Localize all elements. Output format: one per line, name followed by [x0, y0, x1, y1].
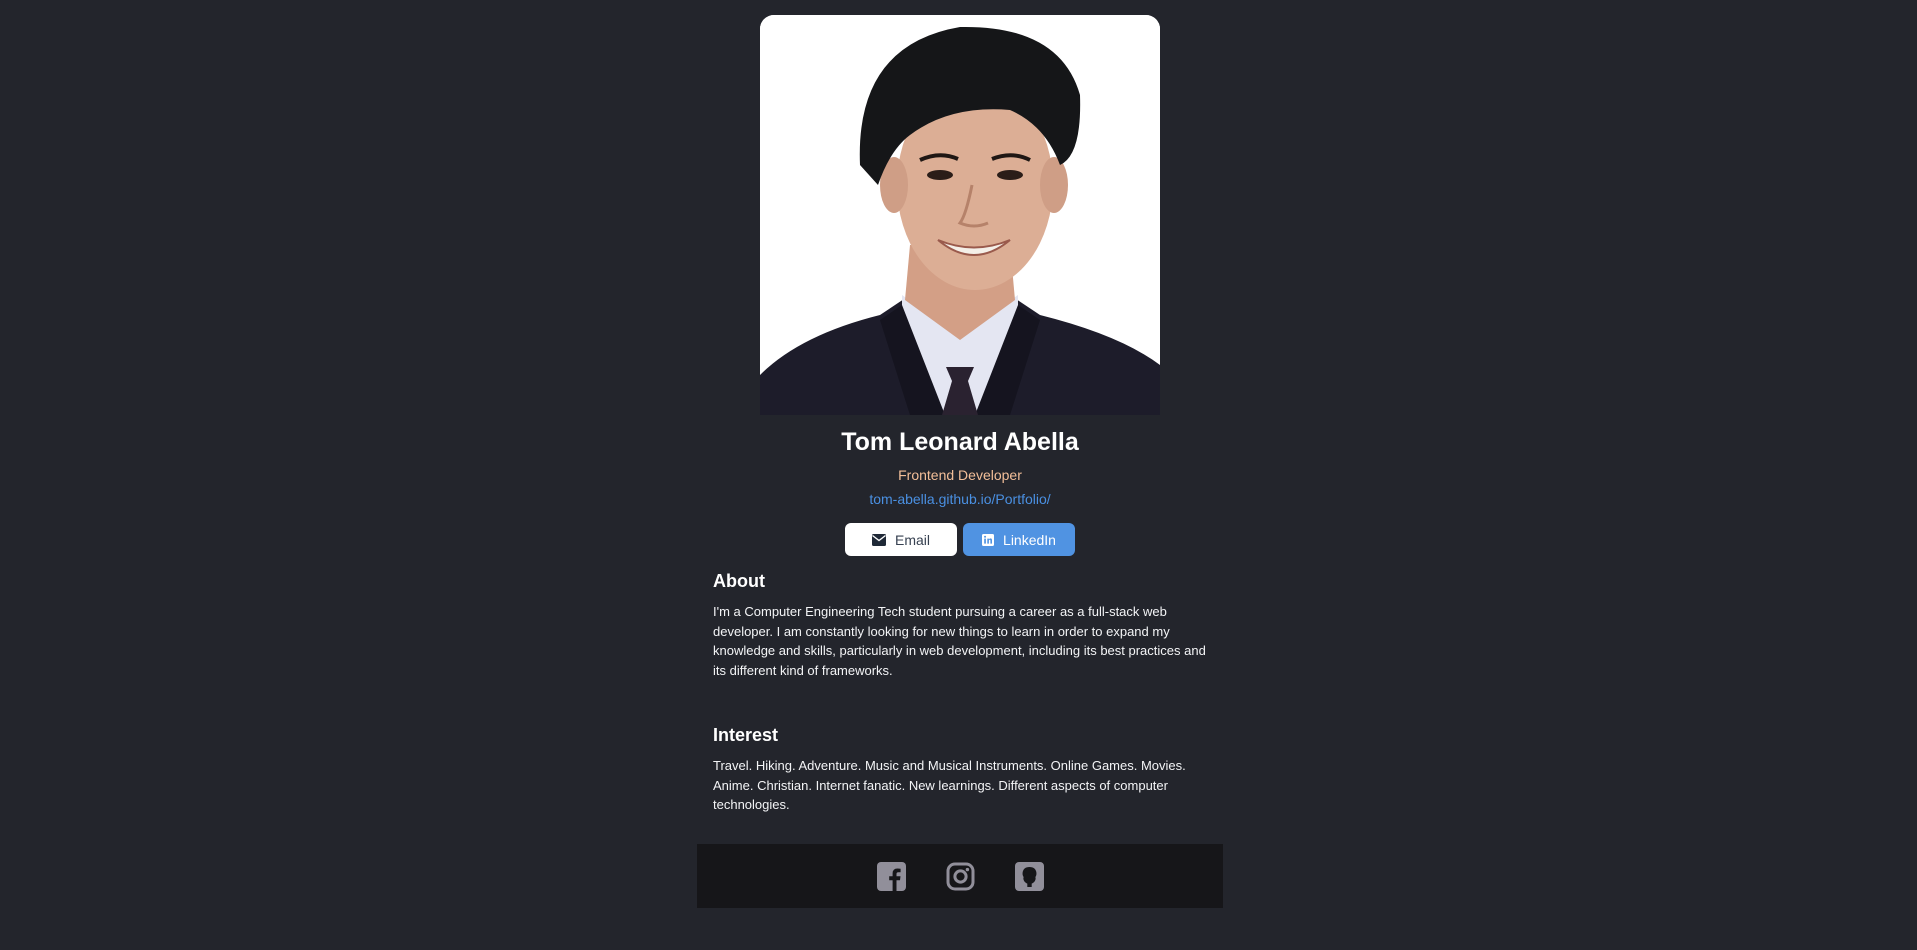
profile-photo: [760, 15, 1160, 415]
about-text: I'm a Computer Engineering Tech student …: [713, 604, 1206, 678]
linkedin-icon: [982, 533, 995, 546]
about-heading: About: [713, 571, 765, 591]
github-icon[interactable]: [1014, 861, 1044, 891]
interest-heading: Interest: [713, 725, 779, 745]
footer: [697, 844, 1223, 908]
email-button[interactable]: Email: [845, 523, 957, 556]
linkedin-button-label: LinkedIn: [1003, 531, 1056, 548]
interest-text: Travel. Hiking. Adventure. Music and Mus…: [713, 758, 1186, 812]
profile-role: Frontend Developer: [898, 467, 1022, 483]
envelope-icon: [871, 533, 886, 546]
linkedin-button[interactable]: LinkedIn: [963, 523, 1075, 556]
interest-section: Interest Travel. Hiking. Adventure. Musi…: [713, 725, 1207, 815]
website-link[interactable]: tom-abella.github.io/Portfolio/: [697, 491, 1223, 507]
facebook-icon[interactable]: [876, 861, 906, 891]
email-button-label: Email: [894, 531, 930, 548]
instagram-icon[interactable]: [946, 862, 975, 891]
portrait-image: [760, 15, 1160, 415]
about-section: About I'm a Computer Engineering Tech st…: [713, 571, 1207, 680]
profile-name: Tom Leonard Abella: [841, 428, 1079, 456]
